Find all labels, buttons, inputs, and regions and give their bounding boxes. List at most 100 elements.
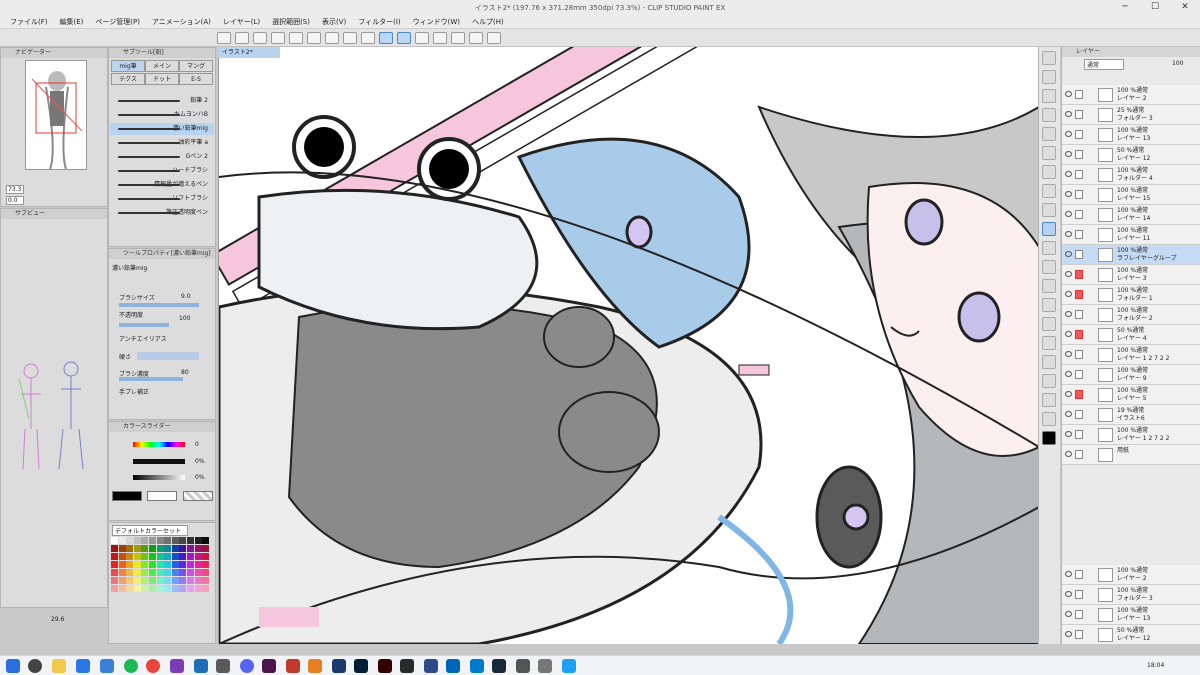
menu-filter[interactable]: フィルター(I): [352, 17, 406, 27]
color-swatch[interactable]: [187, 537, 194, 544]
layer-row[interactable]: 100 %通常 レイヤー 13: [1062, 605, 1200, 625]
lock-icon[interactable]: [1075, 190, 1083, 199]
brush-size-value[interactable]: 9.0: [181, 293, 191, 300]
color-swatch[interactable]: [141, 561, 149, 568]
eye-icon[interactable]: [1065, 451, 1072, 457]
sub-color-swatch[interactable]: [147, 491, 177, 501]
explorer-icon[interactable]: [52, 659, 66, 673]
hue-slider[interactable]: [133, 442, 185, 447]
color-icon[interactable]: [469, 31, 483, 44]
color-swatch[interactable]: [187, 585, 194, 592]
layer-row[interactable]: 100 %通常 フォルダー 2: [1062, 305, 1200, 325]
eye-icon[interactable]: [1065, 631, 1072, 637]
color-swatch[interactable]: [202, 545, 210, 552]
brush-item[interactable]: ハードブラシ: [110, 165, 214, 177]
fill-tool-icon[interactable]: [1042, 317, 1056, 331]
transform-icon[interactable]: [325, 31, 339, 44]
hardness-slider[interactable]: [137, 352, 199, 360]
color-swatch[interactable]: [179, 537, 187, 544]
color-swatch[interactable]: [141, 553, 149, 560]
color-picker-icon[interactable]: [1042, 431, 1056, 445]
color-swatch[interactable]: [126, 545, 134, 552]
layer-opacity-value[interactable]: 100: [1172, 60, 1183, 67]
clip-studio-paint-icon[interactable]: [400, 659, 414, 673]
app-icon[interactable]: [286, 659, 300, 673]
color-swatch[interactable]: [156, 553, 164, 560]
lock-icon[interactable]: [1075, 410, 1083, 419]
eye-icon[interactable]: [1065, 271, 1072, 277]
color-swatch[interactable]: [149, 577, 156, 584]
subtool-group-es[interactable]: E-S: [179, 73, 213, 85]
lock-icon[interactable]: [1075, 590, 1083, 599]
lock-icon[interactable]: [1075, 270, 1083, 279]
transparent-color-swatch[interactable]: [183, 491, 213, 501]
color-swatch[interactable]: [141, 545, 149, 552]
save-icon[interactable]: [253, 31, 267, 44]
saturation-slider[interactable]: [133, 459, 185, 464]
lock-icon[interactable]: [1075, 150, 1083, 159]
eye-icon[interactable]: [1065, 351, 1072, 357]
color-swatch[interactable]: [164, 545, 172, 552]
color-swatch[interactable]: [171, 545, 179, 552]
layer-row[interactable]: 100 %通常 ラフレイヤーグループ: [1062, 245, 1200, 265]
color-swatch[interactable]: [179, 545, 187, 552]
lock-icon[interactable]: [1075, 430, 1083, 439]
color-swatch[interactable]: [179, 561, 187, 568]
color-swatch[interactable]: [141, 577, 149, 584]
color-swatch[interactable]: [118, 537, 126, 544]
color-swatch[interactable]: [194, 561, 202, 568]
color-swatch[interactable]: [133, 553, 141, 560]
density-slider[interactable]: [119, 377, 183, 381]
close-button[interactable]: ✕: [1170, 0, 1200, 15]
color-swatch[interactable]: [179, 569, 187, 576]
angle-value[interactable]: 0.0: [6, 196, 24, 205]
twitter-icon[interactable]: [562, 659, 576, 673]
pencil-tool-icon[interactable]: [1042, 203, 1056, 217]
menu-layer[interactable]: レイヤー(L): [217, 17, 266, 27]
subtool-group-main[interactable]: メイン: [145, 60, 179, 72]
color-swatch[interactable]: [141, 585, 149, 592]
lock-icon[interactable]: [1075, 90, 1083, 99]
brush-item[interactable]: キムヨンハB: [110, 109, 214, 121]
color-set-name[interactable]: デフォルトカラーセット: [112, 525, 188, 536]
eye-icon[interactable]: [1065, 331, 1072, 337]
clock[interactable]: 18:04: [1147, 662, 1164, 669]
lock-icon[interactable]: [1075, 610, 1083, 619]
color-swatch[interactable]: [126, 569, 134, 576]
color-swatch[interactable]: [202, 577, 210, 584]
eye-icon[interactable]: [1065, 171, 1072, 177]
color-swatch[interactable]: [171, 577, 179, 584]
layer-row[interactable]: 100 %通常 レイヤー 14: [1062, 205, 1200, 225]
opacity-value[interactable]: 100: [179, 315, 190, 322]
layer-row[interactable]: 100 %通常 レイヤー 13: [1062, 125, 1200, 145]
open-file-icon[interactable]: [235, 31, 249, 44]
opacity-slider[interactable]: [119, 323, 169, 327]
decoration-tool-icon[interactable]: [1042, 260, 1056, 274]
lock-icon[interactable]: [1075, 130, 1083, 139]
menu-page[interactable]: ページ管理(P): [89, 17, 146, 27]
color-swatch[interactable]: [156, 569, 164, 576]
app-icon[interactable]: [516, 659, 530, 673]
color-swatch[interactable]: [111, 577, 118, 584]
frame-tool-icon[interactable]: [1042, 374, 1056, 388]
layer-row[interactable]: 100 %通常 フォルダー 1: [1062, 285, 1200, 305]
spotify-icon[interactable]: [124, 659, 138, 673]
subtool-group-texture[interactable]: テクス: [111, 73, 145, 85]
app-icon[interactable]: [216, 659, 230, 673]
document-tab[interactable]: イラスト2*: [218, 47, 280, 58]
photoshop-icon[interactable]: [354, 659, 368, 673]
color-swatch[interactable]: [126, 561, 134, 568]
color-swatch[interactable]: [187, 553, 194, 560]
color-swatch[interactable]: [171, 569, 179, 576]
eye-icon[interactable]: [1065, 191, 1072, 197]
color-swatch[interactable]: [202, 569, 210, 576]
app-icon[interactable]: [308, 659, 322, 673]
color-swatch[interactable]: [133, 537, 141, 544]
color-swatch[interactable]: [194, 577, 202, 584]
layer-row[interactable]: 100 %通常 レイヤー 15: [1062, 185, 1200, 205]
color-swatch[interactable]: [126, 577, 134, 584]
layer-tab[interactable]: レイヤー: [1062, 47, 1200, 57]
layer-row[interactable]: 100 %通常 レイヤー 5: [1062, 385, 1200, 405]
layer-row[interactable]: 19 %通常 イラスト6: [1062, 405, 1200, 425]
menu-animation[interactable]: アニメーション(A): [146, 17, 217, 27]
